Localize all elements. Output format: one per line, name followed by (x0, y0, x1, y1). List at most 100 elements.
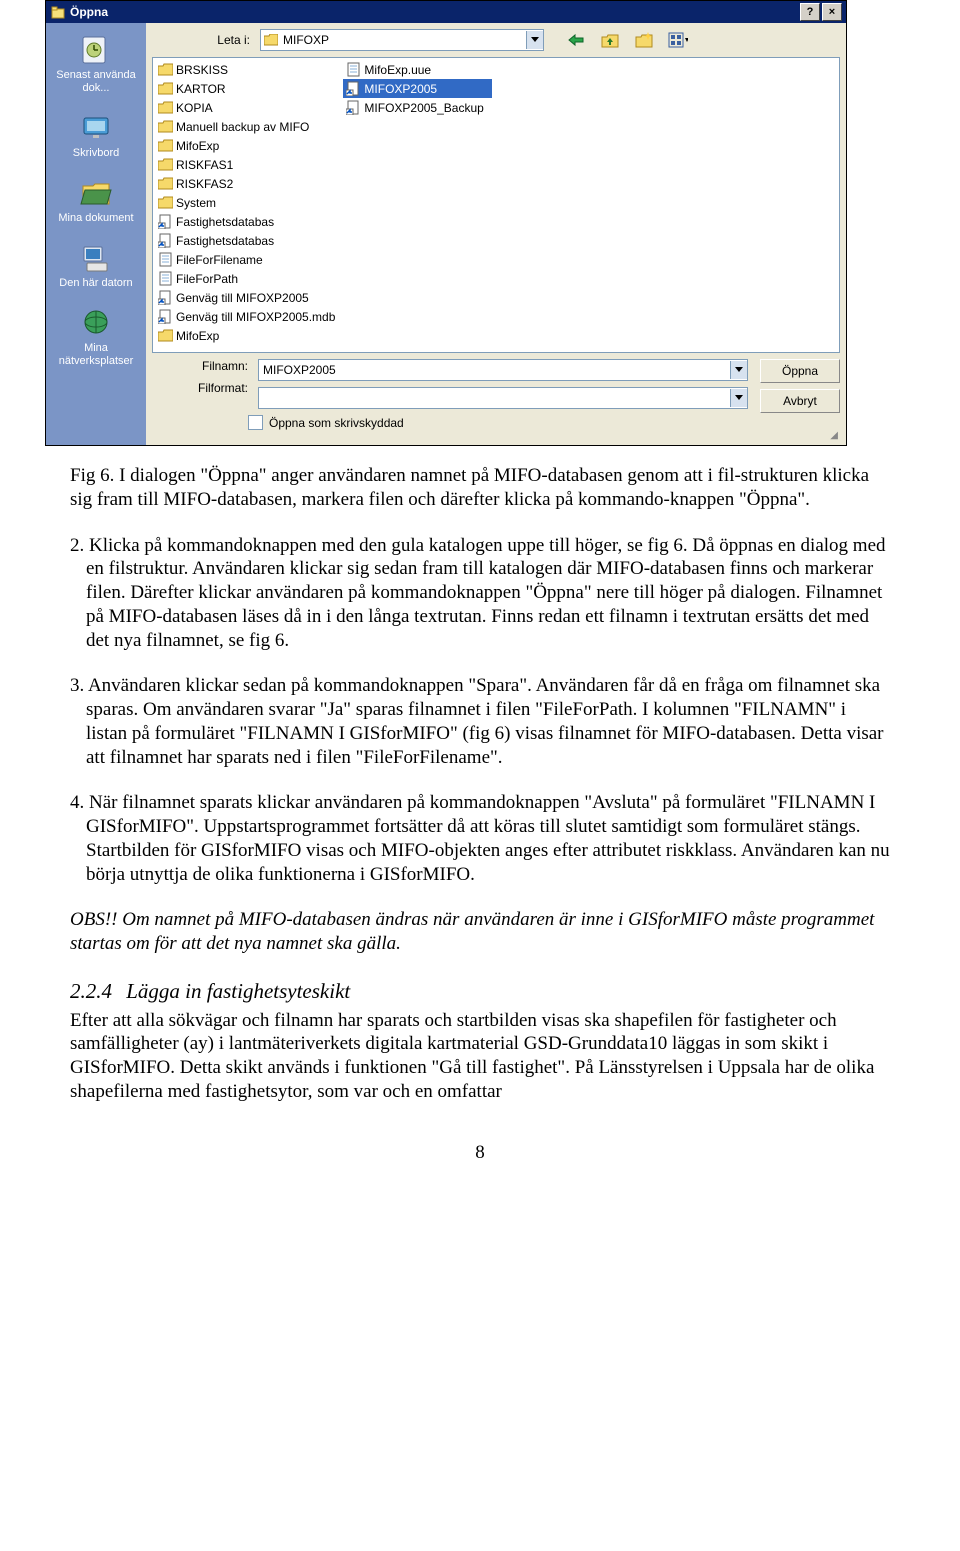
shortcut-icon (157, 214, 173, 230)
file-item[interactable]: FileForFilename (155, 250, 343, 269)
figure-caption: Fig 6. I dialogen "Öppna" anger användar… (70, 464, 890, 512)
file-item-label: MifoExp.uue (364, 63, 431, 77)
chevron-down-icon[interactable] (730, 361, 747, 379)
readonly-checkbox[interactable] (248, 415, 263, 430)
file-item-label: MifoExp (176, 139, 219, 153)
filename-input[interactable]: MIFOXP2005 (258, 359, 748, 381)
file-item-label: FileForPath (176, 272, 238, 286)
section-number: 2.2.4 (70, 979, 112, 1003)
chevron-down-icon[interactable] (730, 389, 747, 407)
shortcut-icon (157, 309, 173, 325)
folder-icon (157, 176, 173, 192)
folder-icon (157, 157, 173, 173)
folder-icon (157, 138, 173, 154)
dialog-title: Öppna (70, 5, 108, 19)
file-icon (345, 62, 361, 78)
obs-note: OBS!! Om namnet på MIFO-databasen ändras… (70, 908, 890, 956)
file-list[interactable]: BRSKISS KARTOR KOPIA Manuell backup av MIFO… (152, 57, 840, 353)
folder-icon (157, 119, 173, 135)
file-item[interactable]: Genväg till MIFOXP2005 (155, 288, 343, 307)
file-item-label: KOPIA (176, 101, 213, 115)
file-item[interactable]: System (155, 193, 343, 212)
place-mydocs[interactable]: Mina dokument (46, 170, 146, 235)
file-item-label: RISKFAS2 (176, 177, 233, 191)
file-item[interactable]: MifoExp (155, 326, 343, 345)
file-item[interactable]: MIFOXP2005_Backup (343, 98, 491, 117)
shortcut-icon (345, 100, 361, 116)
list-item-3: 3. Användaren klickar sedan på kommandok… (70, 674, 890, 769)
file-item-label: MIFOXP2005 (364, 82, 437, 96)
shortcut-icon (345, 81, 361, 97)
shortcut-icon (157, 233, 173, 249)
place-label: Mina dokument (50, 212, 142, 225)
back-icon[interactable] (566, 30, 586, 50)
place-network[interactable]: Mina nätverksplatser (46, 300, 146, 378)
look-in-combo[interactable]: MIFOXP (260, 29, 544, 51)
open-file-dialog: Öppna ? × Senast använda dok... Skrivbor… (45, 0, 847, 446)
list-item-2: 2. Klicka på kommandoknappen med den gul… (70, 534, 890, 653)
place-label: Den här datorn (50, 277, 142, 290)
place-label: Mina nätverksplatser (50, 342, 142, 368)
shortcut-icon (157, 290, 173, 306)
file-item[interactable]: Manuell backup av MIFO (155, 117, 343, 136)
file-icon (157, 252, 173, 268)
cancel-button[interactable]: Avbryt (760, 389, 840, 413)
dialog-titlebar[interactable]: Öppna ? × (46, 1, 846, 23)
place-label: Skrivbord (50, 147, 142, 160)
section-heading: 2.2.4 Lägga in fastighetsyteskikt (70, 978, 890, 1005)
folder-icon (157, 81, 173, 97)
folder-icon (157, 62, 173, 78)
section-title: Lägga in fastighetsyteskikt (126, 979, 350, 1003)
file-item[interactable]: FileForPath (155, 269, 343, 288)
file-item-label: Genväg till MIFOXP2005.mdb (176, 310, 335, 324)
app-icon (50, 4, 66, 20)
file-item-label: Manuell backup av MIFO (176, 120, 309, 134)
new-folder-icon[interactable] (634, 30, 654, 50)
filename-value: MIFOXP2005 (263, 363, 730, 377)
file-item-label: Genväg till MIFOXP2005 (176, 291, 309, 305)
file-item[interactable]: RISKFAS1 (155, 155, 343, 174)
list-item-4: 4. När filnamnet sparats klickar använda… (70, 791, 890, 886)
file-icon (157, 271, 173, 287)
place-mycomputer[interactable]: Den här datorn (46, 235, 146, 300)
filetype-label: Filformat: (152, 381, 248, 395)
file-item[interactable]: KARTOR (155, 79, 343, 98)
file-item[interactable]: MifoExp.uue (343, 60, 491, 79)
filetype-combo[interactable] (258, 387, 748, 409)
section-body: Efter att alla sökvägar och filnamn har … (70, 1009, 890, 1104)
file-item[interactable]: Genväg till MIFOXP2005.mdb (155, 307, 343, 326)
folder-icon (157, 100, 173, 116)
file-item[interactable]: MIFOXP2005 (343, 79, 491, 98)
chevron-down-icon[interactable] (526, 31, 543, 49)
help-button[interactable]: ? (800, 3, 820, 21)
file-item[interactable]: Fastighetsdatabas (155, 212, 343, 231)
folder-icon (157, 328, 173, 344)
file-item-label: BRSKISS (176, 63, 228, 77)
place-recent[interactable]: Senast använda dok... (46, 27, 146, 105)
folder-icon (263, 32, 279, 48)
page-number: 8 (70, 1142, 890, 1164)
file-item[interactable]: BRSKISS (155, 60, 343, 79)
views-icon[interactable] (668, 30, 688, 50)
look-in-label: Leta i: (154, 33, 260, 47)
open-button[interactable]: Öppna (760, 359, 840, 383)
file-item[interactable]: KOPIA (155, 98, 343, 117)
folder-icon (157, 195, 173, 211)
file-item-label: Fastighetsdatabas (176, 234, 274, 248)
filename-label: Filnamn: (152, 359, 248, 373)
file-item[interactable]: Fastighetsdatabas (155, 231, 343, 250)
file-item[interactable]: RISKFAS2 (155, 174, 343, 193)
file-item-label: Fastighetsdatabas (176, 215, 274, 229)
file-item-label: FileForFilename (176, 253, 263, 267)
file-item-label: MIFOXP2005_Backup (364, 101, 483, 115)
file-item-label: KARTOR (176, 82, 226, 96)
file-item[interactable]: MifoExp (155, 136, 343, 155)
places-bar: Senast använda dok... Skrivbord Mina dok… (46, 23, 146, 445)
close-button[interactable]: × (822, 3, 842, 21)
file-item-label: RISKFAS1 (176, 158, 233, 172)
place-label: Senast använda dok... (50, 69, 142, 95)
place-desktop[interactable]: Skrivbord (46, 105, 146, 170)
up-folder-icon[interactable] (600, 30, 620, 50)
resize-grip[interactable]: ◢ (152, 430, 840, 441)
look-in-value: MIFOXP (283, 33, 526, 47)
